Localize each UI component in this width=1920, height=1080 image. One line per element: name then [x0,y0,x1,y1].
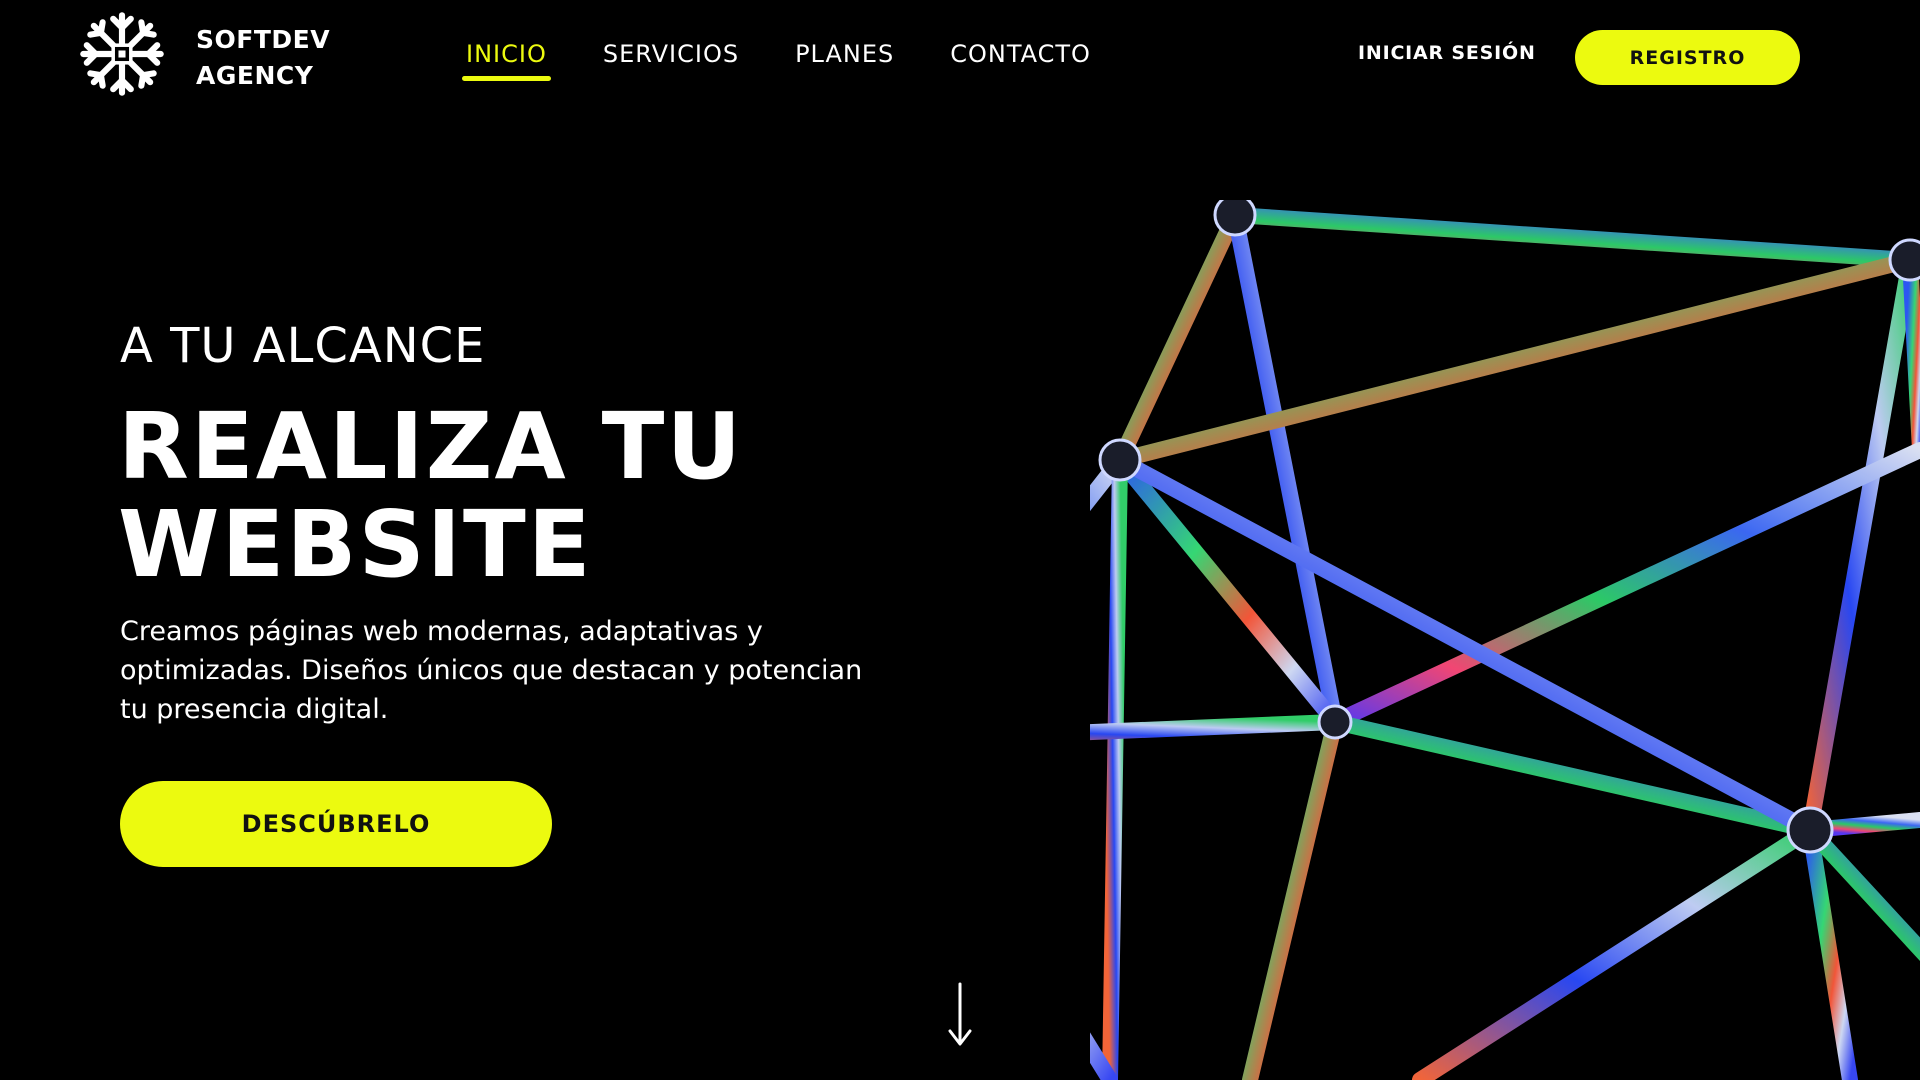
hero-description-line1: Creamos páginas web modernas, adaptativa… [120,616,763,647]
brand-name-line1: SOFTDEV [196,25,331,54]
hero-description-line3: tu presencia digital. [120,694,389,725]
nav-item-label: CONTACTO [950,40,1091,68]
login-link[interactable]: INICIAR SESIÓN [1358,42,1536,64]
hero-eyebrow: A TU ALCANCE [120,318,486,374]
icosahedron-graphic [1090,200,1920,1080]
nav-item-contacto[interactable]: CONTACTO [950,36,1091,72]
snowflake-emblem-icon [80,12,164,96]
nav-item-servicios[interactable]: SERVICIOS [603,36,739,72]
nav-item-planes[interactable]: PLANES [795,36,894,72]
brand-logo[interactable]: SOFTDEV AGENCY [78,10,330,98]
nav-item-label: PLANES [795,40,895,68]
hero-headline-line1: REALIZA TU [118,393,744,500]
nav-item-label: SERVICIOS [602,40,740,68]
landing-page: SOFTDEV AGENCY INICIO SERVICIOS PLANES C… [0,0,1920,1080]
hero-headline-line2: WEBSITE [118,491,593,598]
nav-item-inicio[interactable]: INICIO [462,36,551,81]
brand-name: SOFTDEV AGENCY [196,22,346,94]
arrow-down-icon[interactable] [945,982,975,1048]
hero-description: Creamos páginas web modernas, adaptativa… [120,612,940,729]
nav-item-label: INICIO [466,40,547,68]
active-indicator [462,76,551,81]
brand-name-line2: AGENCY [196,61,314,90]
main-nav: INICIO SERVICIOS PLANES CONTACTO [462,36,1147,81]
hero-description-line2: optimizadas. Diseños únicos que destacan… [120,655,863,686]
hero-headline: REALIZA TU WEBSITE [118,398,878,594]
site-header: SOFTDEV AGENCY INICIO SERVICIOS PLANES C… [0,0,1920,115]
register-button[interactable]: REGISTRO [1575,30,1800,85]
discover-button[interactable]: DESCÚBRELO [120,781,552,867]
